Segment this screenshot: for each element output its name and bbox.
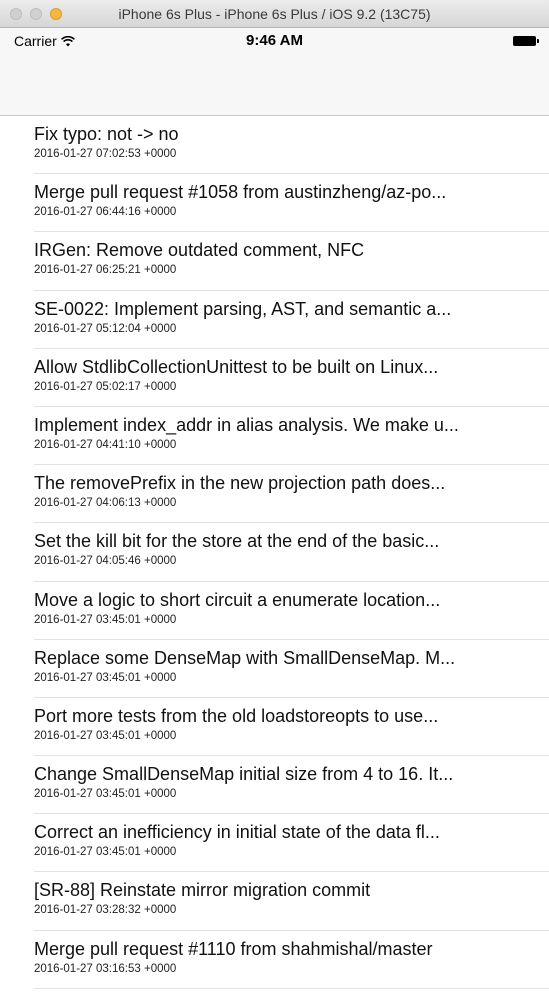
commit-date: 2016-01-27 04:05:46 +0000 xyxy=(34,555,177,568)
battery-icon xyxy=(513,36,539,46)
commit-row[interactable]: Set the kill bit for the store at the en… xyxy=(0,523,549,582)
window-title: iPhone 6s Plus - iPhone 6s Plus / iOS 9.… xyxy=(118,6,431,22)
commit-row[interactable]: Change SmallDenseMap initial size from 4… xyxy=(0,756,549,815)
commit-message: Allow StdlibCollectionUnittest to be bui… xyxy=(34,356,439,377)
commit-message: Fix typo: not -> no xyxy=(34,124,179,144)
commit-row[interactable]: Fix typo: not -> no 2016-01-27 07:02:53 +… xyxy=(0,116,549,175)
commit-date: 2016-01-27 03:45:01 +0000 xyxy=(34,729,177,742)
commit-date: 2016-01-27 03:16:53 +0000 xyxy=(34,962,177,975)
commit-date: 2016-01-27 03:45:01 +0000 xyxy=(34,846,177,859)
commit-row[interactable]: Merge pull request #1058 from austinzhen… xyxy=(0,174,549,233)
status-bar: Carrier 9:46 AM xyxy=(0,28,549,54)
commit-date: 2016-01-27 03:45:01 +0000 xyxy=(34,613,177,626)
commit-row[interactable]: Replace some DenseMap with SmallDenseMap… xyxy=(0,640,549,699)
commit-date: 2016-01-27 05:02:17 +0000 xyxy=(34,380,177,393)
commit-message: Merge pull request #1110 from shahmishal… xyxy=(34,938,433,959)
commit-message: Correct an inefficiency in initial state… xyxy=(34,822,440,843)
navigation-bar xyxy=(0,54,549,116)
commit-row[interactable]: Port more tests from the old loadstoreop… xyxy=(0,698,549,757)
commit-date: 2016-01-27 06:25:21 +0000 xyxy=(34,264,177,277)
commit-message: Change SmallDenseMap initial size from 4… xyxy=(34,764,454,785)
commit-date: 2016-01-27 04:06:13 +0000 xyxy=(34,497,177,510)
commit-message: [SR-88] Reinstate mirror migration commi… xyxy=(34,880,371,901)
commit-row[interactable]: Allow StdlibCollectionUnittest to be bui… xyxy=(0,349,549,408)
commit-row[interactable]: Implement index_addr in alias analysis. … xyxy=(0,407,549,466)
commit-row[interactable]: The removePrefix in the new projection p… xyxy=(0,465,549,524)
commit-message: IRGen: Remove outdated comment, NFC xyxy=(34,240,365,261)
commit-date: 2016-01-27 04:41:10 +0000 xyxy=(34,438,177,451)
commit-date: 2016-01-27 07:02:53 +0000 xyxy=(34,148,177,160)
commit-row[interactable]: Merge pull request #1110 from shahmishal… xyxy=(0,931,549,990)
simulator-window: iPhone 6s Plus - iPhone 6s Plus / iOS 9.… xyxy=(0,0,549,998)
commit-date: 2016-01-27 03:28:32 +0000 xyxy=(34,904,177,917)
commit-message: SE-0022: Implement parsing, AST, and sem… xyxy=(34,298,452,319)
commit-message: Merge pull request #1058 from austinzhen… xyxy=(34,182,447,203)
commit-date: 2016-01-27 03:45:01 +0000 xyxy=(34,788,177,801)
commit-message: Move a logic to short circuit a enumerat… xyxy=(34,589,441,610)
commit-date: 2016-01-27 06:44:16 +0000 xyxy=(34,206,177,219)
commit-row[interactable]: SE-0022: Implement parsing, AST, and sem… xyxy=(0,291,549,349)
commit-message: Implement index_addr in alias analysis. … xyxy=(34,414,459,435)
commit-row[interactable]: [SR-88] Reinstate mirror migration commi… xyxy=(0,872,549,931)
commit-row[interactable]: Correct an inefficiency in initial state… xyxy=(0,814,549,873)
commit-date: 2016-01-27 05:12:04 +0000 xyxy=(34,322,177,335)
commit-row[interactable]: Move a logic to short circuit a enumerat… xyxy=(0,582,549,640)
commit-row[interactable]: IRGen: Remove outdated comment, NFC 2016-… xyxy=(0,232,549,291)
commit-message: The removePrefix in the new projection p… xyxy=(34,473,446,494)
commit-message: Set the kill bit for the store at the en… xyxy=(34,531,440,552)
commit-message: Replace some DenseMap with SmallDenseMap… xyxy=(34,647,456,668)
status-time: 9:46 AM xyxy=(246,32,303,49)
commit-date: 2016-01-27 03:45:01 +0000 xyxy=(34,671,177,684)
commit-message: Port more tests from the old loadstoreop… xyxy=(34,705,439,726)
simulator-title-bar: iPhone 6s Plus - iPhone 6s Plus / iOS 9.… xyxy=(0,0,549,28)
commit-list: Fix typo: not -> no 2016-01-27 07:02:53 +… xyxy=(0,116,549,990)
